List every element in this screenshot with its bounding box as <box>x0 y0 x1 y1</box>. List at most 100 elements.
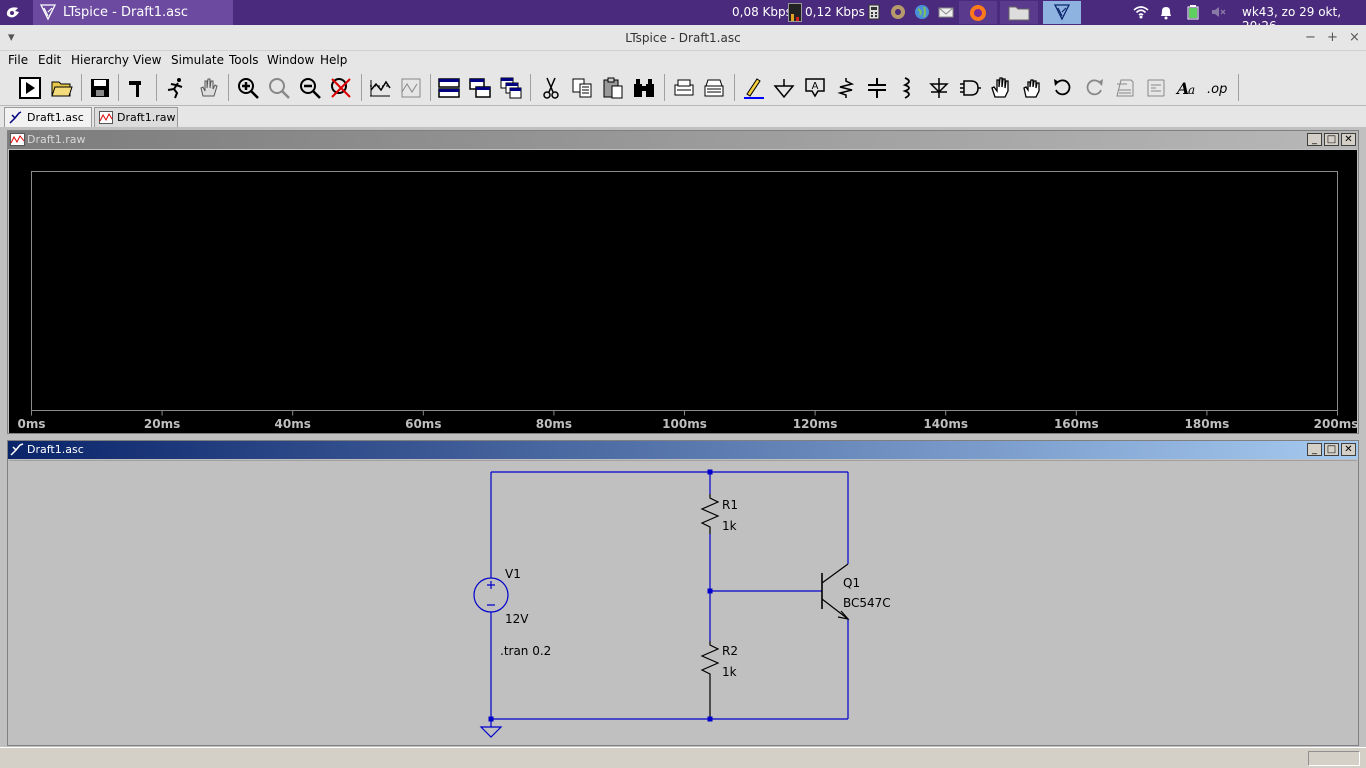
x-tick-label: 200ms <box>1314 417 1357 431</box>
autorange-icon[interactable] <box>366 74 393 101</box>
hand-pan-icon[interactable] <box>194 74 221 101</box>
close-button[interactable]: × <box>1349 30 1360 45</box>
transistor-q1[interactable] <box>821 563 850 620</box>
child-maximize-button[interactable]: □ <box>1324 443 1339 456</box>
diode-icon[interactable] <box>925 74 952 101</box>
spice-directive-icon[interactable]: .op <box>1204 74 1231 101</box>
x-tick-label: 80ms <box>536 417 572 431</box>
waveform-window-titlebar[interactable]: Draft1.raw _ □ ✕ <box>8 131 1358 149</box>
spice-directive[interactable]: .tran 0.2 <box>500 644 551 658</box>
mirror-icon[interactable] <box>1142 74 1169 101</box>
battery-icon[interactable] <box>1185 4 1201 20</box>
child-minimize-button[interactable]: _ <box>1307 443 1322 456</box>
menu-window[interactable]: Window <box>267 53 314 67</box>
copy-icon[interactable] <box>568 74 595 101</box>
ltspice-task-icon[interactable] <box>1043 1 1081 24</box>
paste-icon[interactable] <box>599 74 626 101</box>
run-icon[interactable] <box>16 74 43 101</box>
ground-icon[interactable] <box>770 74 797 101</box>
wire-pencil-icon[interactable] <box>740 74 767 101</box>
schematic-window-titlebar[interactable]: Draft1.asc _ □ ✕ <box>8 441 1358 459</box>
x-tick-label: 140ms <box>923 417 968 431</box>
rotate-icon[interactable] <box>1111 74 1138 101</box>
toolbar: A Aa .op <box>0 69 1366 106</box>
menu-simulate[interactable]: Simulate <box>171 53 224 67</box>
minimize-button[interactable]: − <box>1305 30 1316 45</box>
schematic-canvas[interactable]: V1 12V R1 1k R2 1k Q1 BC547C .tran 0.2 <box>9 460 1357 745</box>
waveform-grid-icon[interactable] <box>397 74 424 101</box>
net-down-speed: 0,08 Kbps <box>732 5 792 19</box>
mute-icon[interactable] <box>1210 4 1226 20</box>
calculator-icon[interactable] <box>866 4 882 20</box>
child-close-button[interactable]: ✕ <box>1341 443 1356 456</box>
cascade-icon[interactable] <box>497 74 524 101</box>
menu-file[interactable]: File <box>8 53 28 67</box>
bell-icon[interactable] <box>1158 4 1174 20</box>
print-icon[interactable] <box>700 74 727 101</box>
menu-tools[interactable]: Tools <box>229 53 259 67</box>
save-icon[interactable] <box>86 74 113 101</box>
globe-icon[interactable] <box>914 4 930 20</box>
capacitor-icon[interactable] <box>863 74 890 101</box>
menu-view[interactable]: View <box>133 53 161 67</box>
tab-label: Draft1.asc <box>27 111 84 124</box>
runner-icon[interactable] <box>162 74 189 101</box>
r2-value: 1k <box>722 665 737 679</box>
menu-help[interactable]: Help <box>320 53 347 67</box>
wires <box>490 471 849 727</box>
x-tick-label: 60ms <box>405 417 441 431</box>
tile-horizontal-icon[interactable] <box>435 74 462 101</box>
menu-edit[interactable]: Edit <box>38 53 61 67</box>
folder-icon[interactable] <box>1000 1 1038 24</box>
ltspice-icon <box>39 4 57 21</box>
text-icon[interactable]: Aa <box>1173 74 1200 101</box>
zoom-out-icon[interactable] <box>296 74 323 101</box>
drag-hand-icon[interactable] <box>1018 74 1045 101</box>
tile-vertical-icon[interactable] <box>466 74 493 101</box>
find-icon[interactable] <box>630 74 657 101</box>
undo-icon[interactable] <box>1049 74 1076 101</box>
redo-icon[interactable] <box>1080 74 1107 101</box>
firefox-icon[interactable] <box>959 1 997 24</box>
maximize-button[interactable]: + <box>1327 30 1338 45</box>
waveform-window-title: Draft1.raw <box>27 133 86 146</box>
system-taskbar: LTspice - Draft1.asc 0,08 Kbps 0,12 Kbps… <box>0 0 1366 33</box>
print-preview-icon[interactable] <box>670 74 697 101</box>
child-maximize-button[interactable]: □ <box>1324 133 1339 146</box>
tab-draft1-asc[interactable]: Draft1.asc <box>4 107 92 127</box>
child-close-button[interactable]: ✕ <box>1341 133 1356 146</box>
resistor-r2[interactable] <box>700 641 720 719</box>
waveform-icon <box>99 111 113 124</box>
child-minimize-button[interactable]: _ <box>1307 133 1322 146</box>
resistor-icon[interactable] <box>832 74 859 101</box>
settings-icon[interactable] <box>890 4 906 20</box>
component-icon[interactable] <box>956 74 983 101</box>
zoom-cancel-icon[interactable] <box>327 74 354 101</box>
mail-icon[interactable] <box>938 4 954 20</box>
schematic-icon <box>10 443 25 456</box>
status-bar <box>0 747 1366 768</box>
waveform-plot-area[interactable]: 0ms 20ms 40ms 60ms 80ms 100ms 120ms 140ms 160ms 1… <box>9 150 1357 433</box>
taskbar-task-ltspice[interactable]: LTspice - Draft1.asc <box>33 0 233 25</box>
label-net-icon[interactable]: A <box>801 74 828 101</box>
open-folder-icon[interactable] <box>48 74 75 101</box>
hammer-icon[interactable] <box>124 74 151 101</box>
ground-symbol[interactable] <box>479 726 503 738</box>
x-tick-label: 0ms <box>18 417 46 431</box>
schematic-window[interactable]: Draft1.asc _ □ ✕ V1 12V R1 1k R2 1k Q1 B… <box>7 440 1359 746</box>
r1-value: 1k <box>722 519 737 533</box>
r1-name: R1 <box>722 498 738 512</box>
voltage-source-v1[interactable] <box>473 577 509 613</box>
zoom-in-icon[interactable] <box>234 74 261 101</box>
resistor-r1[interactable] <box>700 494 720 534</box>
app-launcher-icon[interactable] <box>4 3 22 21</box>
move-hand-icon[interactable] <box>987 74 1014 101</box>
inductor-icon[interactable] <box>893 74 920 101</box>
tab-draft1-raw[interactable]: Draft1.raw <box>94 107 178 127</box>
zoom-fit-icon[interactable] <box>265 74 292 101</box>
waveform-window[interactable]: Draft1.raw _ □ ✕ 0ms 20ms 40ms 60ms 80ms 100m… <box>7 130 1359 434</box>
menu-hierarchy[interactable]: Hierarchy <box>71 53 129 67</box>
schematic-window-title: Draft1.asc <box>27 443 84 456</box>
wifi-icon[interactable] <box>1133 4 1149 20</box>
cut-icon[interactable] <box>537 74 564 101</box>
